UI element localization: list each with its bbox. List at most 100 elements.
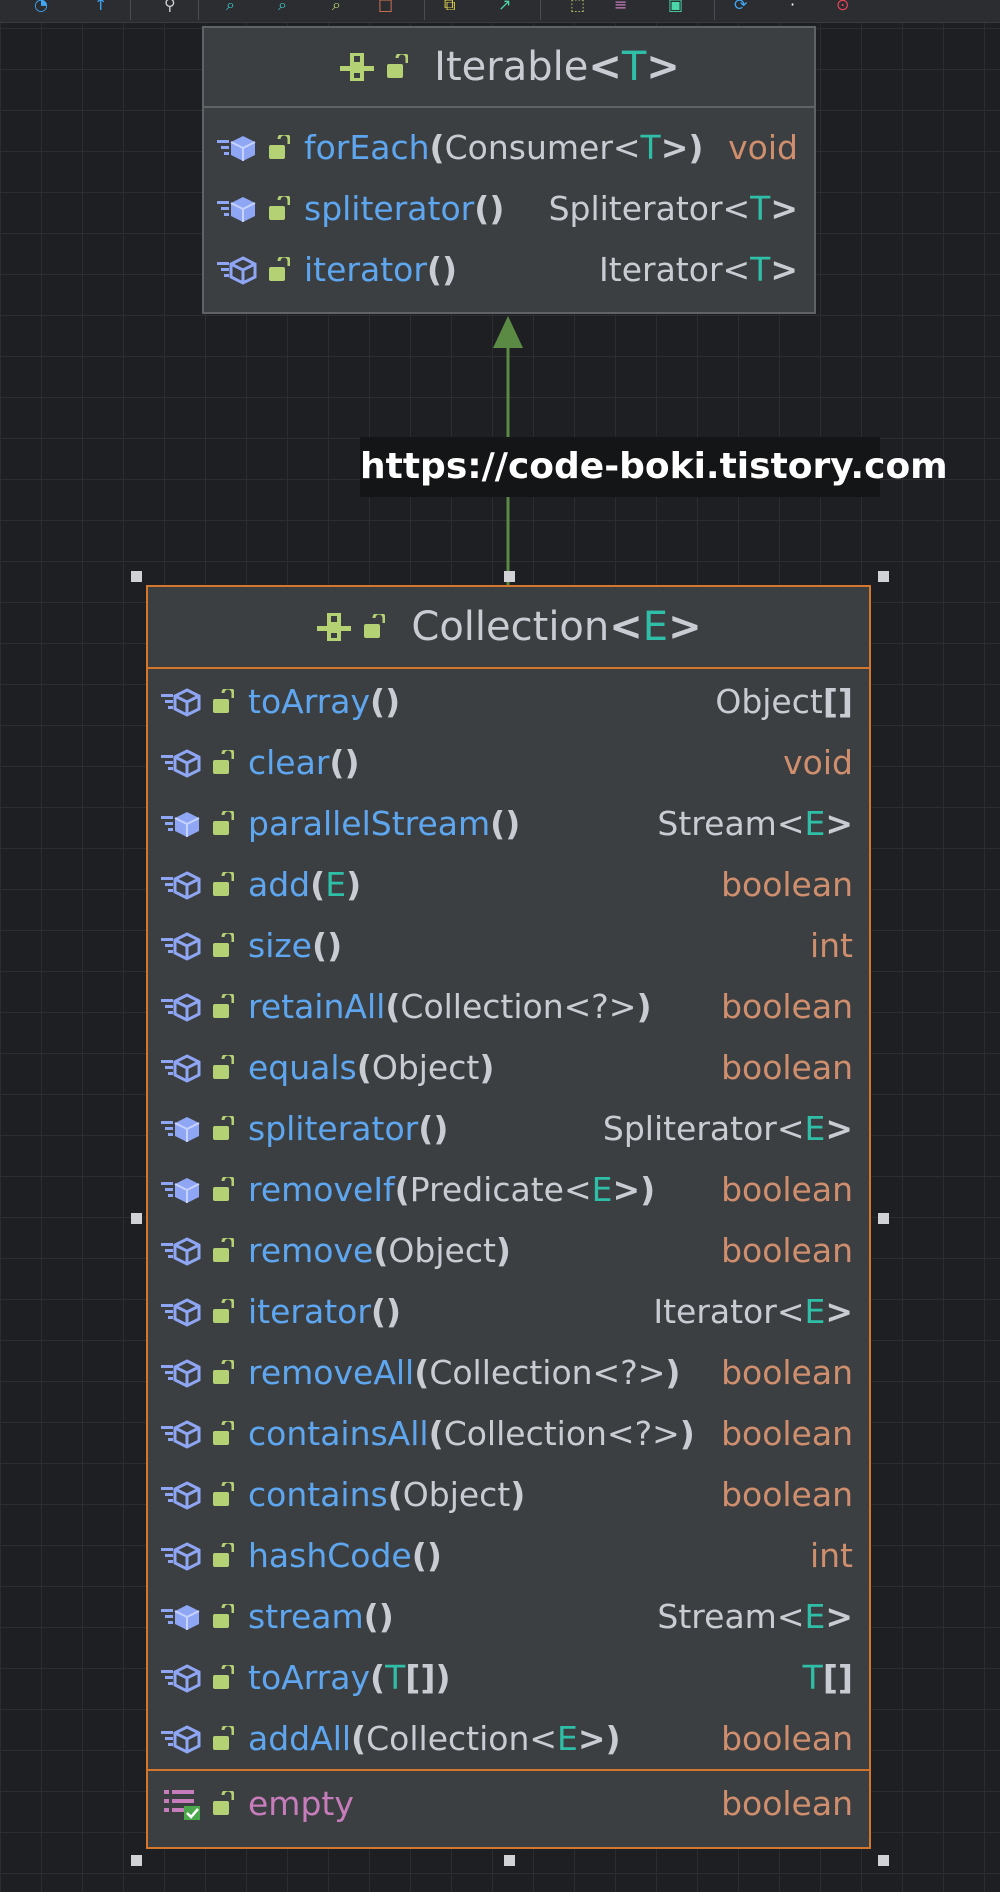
member-icons (160, 1787, 234, 1821)
method-signature: equals(Object) (248, 1048, 494, 1087)
field-type: boolean (721, 1784, 853, 1823)
abstract-method-icon (217, 255, 257, 285)
abstract-method-icon (161, 1236, 201, 1266)
copy-icon[interactable]: ⧉ (444, 0, 455, 13)
paren-close: ) (426, 1536, 442, 1575)
method-row[interactable]: spliterator() Spliterator<E> (148, 1098, 869, 1159)
resize-handle[interactable] (878, 1855, 889, 1866)
paren-open: ( (310, 865, 326, 904)
method-row[interactable]: iterator() Iterator<E> (148, 1281, 869, 1342)
method-name: toArray (248, 682, 371, 721)
method-row[interactable]: parallelStream() Stream<E> (148, 793, 869, 854)
paren-close: ) (495, 1231, 511, 1270)
method-row[interactable]: forEach(Consumer<T>) void (204, 117, 814, 178)
return-type: void (783, 743, 853, 782)
method-row[interactable]: toArray(T[]) T[] (148, 1647, 869, 1708)
method-signature: spliterator() (304, 189, 504, 228)
public-lock-icon (213, 1790, 234, 1815)
collection-class-box[interactable]: Collection<E> toArray() Object[] clear() vo… (146, 585, 871, 1849)
arrow-icon[interactable]: ↗ (498, 0, 511, 13)
refresh-icon[interactable]: ◔ (34, 0, 48, 13)
method-row[interactable]: add(E) boolean (148, 854, 869, 915)
member-icons (160, 748, 234, 778)
paren-close: ) (344, 743, 360, 782)
iterable-class-box[interactable]: Iterable<T> forEach(Consumer<T>) void spli… (202, 26, 816, 314)
pointer-icon[interactable]: ↑ (94, 0, 107, 13)
return-keyword: boolean (721, 1048, 853, 1087)
method-row[interactable]: retainAll(Collection<?>) boolean (148, 976, 869, 1037)
method-row[interactable]: removeIf(Predicate<E>) boolean (148, 1159, 869, 1220)
method-name: retainAll (248, 987, 386, 1026)
public-lock-icon (213, 1115, 234, 1140)
method-signature: removeAll(Collection<?>) (248, 1353, 680, 1392)
field-row[interactable]: empty boolean (148, 1773, 869, 1834)
paren-open: ( (363, 1597, 379, 1636)
method-name: size (248, 926, 312, 965)
member-icons (160, 1114, 234, 1144)
field-type-keyword: boolean (721, 1784, 853, 1823)
return-type-parameter: T (750, 189, 771, 228)
return-type-suffix: > (825, 804, 853, 843)
method-row[interactable]: toArray() Object[] (148, 671, 869, 732)
method-row[interactable]: hashCode() int (148, 1525, 869, 1586)
method-row[interactable]: spliterator() Spliterator<T> (204, 178, 814, 239)
method-row[interactable]: clear() void (148, 732, 869, 793)
resize-handle[interactable] (878, 571, 889, 582)
zoom-out-icon[interactable]: ⌕ (278, 0, 287, 13)
return-type: boolean (721, 1170, 853, 1209)
public-lock-icon (213, 1359, 234, 1384)
toolbar-separator (424, 0, 425, 20)
paren-open: ( (329, 743, 345, 782)
zoom-in-icon[interactable]: ⌕ (226, 0, 235, 13)
method-row[interactable]: size() int (148, 915, 869, 976)
return-type: boolean (721, 1414, 853, 1453)
return-keyword: void (783, 743, 853, 782)
paren-open: ( (394, 1170, 410, 1209)
method-signature: parallelStream() (248, 804, 520, 843)
method-row[interactable]: iterator() Iterator<T> (204, 239, 814, 300)
class-name-text: Iterable (434, 44, 589, 90)
abstract-method-icon (161, 1480, 201, 1510)
abstract-method-icon (161, 1419, 201, 1449)
info-icon[interactable]: ⊙ (836, 0, 849, 13)
method-name: hashCode (248, 1536, 412, 1575)
method-row[interactable]: remove(Object) boolean (148, 1220, 869, 1281)
method-row[interactable]: stream() Stream<E> (148, 1586, 869, 1647)
method-signature: hashCode() (248, 1536, 442, 1575)
resize-handle[interactable] (504, 1855, 515, 1866)
param-type-parameter: E (591, 1170, 613, 1209)
public-lock-icon (213, 688, 234, 713)
frame-icon[interactable]: ▣ (668, 0, 683, 13)
return-type: boolean (721, 987, 853, 1026)
method-row[interactable]: contains(Object) boolean (148, 1464, 869, 1525)
return-keyword: boolean (721, 987, 853, 1026)
method-row[interactable]: containsAll(Collection<?>) boolean (148, 1403, 869, 1464)
method-icon (161, 1116, 200, 1142)
method-signature: removeIf(Predicate<E>) (248, 1170, 655, 1209)
param-type-parameter: E (325, 865, 347, 904)
method-name: containsAll (248, 1414, 429, 1453)
resize-handle[interactable] (131, 1213, 142, 1224)
method-row[interactable]: removeAll(Collection<?>) boolean (148, 1342, 869, 1403)
resize-handle[interactable] (878, 1213, 889, 1224)
member-icons (160, 1175, 234, 1205)
public-lock-icon (213, 810, 234, 835)
resize-handle[interactable] (504, 571, 515, 582)
class-icon[interactable]: ⬚ (570, 0, 585, 13)
abstract-method-icon (161, 1663, 201, 1693)
sync-icon[interactable]: ⟳ (734, 0, 747, 13)
resize-handle[interactable] (131, 1855, 142, 1866)
class-name-text: Collection (411, 604, 610, 650)
resize-handle[interactable] (131, 571, 142, 582)
method-row[interactable]: addAll(Collection<E>) boolean (148, 1708, 869, 1769)
layout-icon[interactable]: ⚲ (164, 0, 176, 13)
zoom-fit-icon[interactable]: ⌕ (332, 0, 341, 13)
field-icon[interactable]: ≡ (614, 0, 627, 13)
paren-close: ) (386, 1292, 402, 1331)
return-type-name: Iterator< (653, 1292, 805, 1331)
more-icon[interactable]: · (790, 0, 795, 13)
export-icon[interactable]: □ (378, 0, 393, 13)
member-icons (216, 194, 290, 224)
method-row[interactable]: equals(Object) boolean (148, 1037, 869, 1098)
member-icons (160, 1602, 234, 1632)
